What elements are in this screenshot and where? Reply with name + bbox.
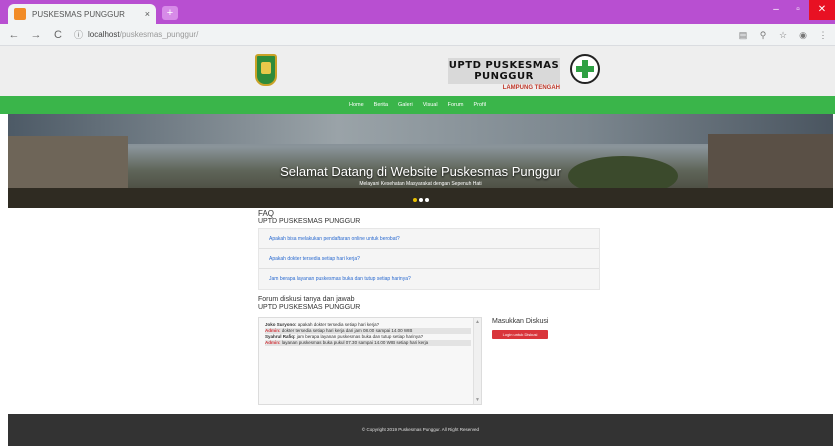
close-window-button[interactable]: ✕ — [809, 0, 835, 20]
faq-list: Apakah bisa melakukan pendaftaran online… — [258, 228, 600, 290]
login-discussion-button[interactable]: Login untuk Diskusi — [492, 330, 548, 339]
bookmark-star-icon[interactable]: ☆ — [775, 27, 791, 43]
regency-crest-logo — [255, 54, 277, 86]
site-header: UPTD PUSKESMAS PUNGGUR LAMPUNG TENGAH — [0, 46, 835, 96]
site-info-icon[interactable]: ⓘ — [74, 28, 83, 41]
url-path: /puskesmas_punggur/ — [119, 30, 199, 39]
scroll-down-icon[interactable]: ▼ — [475, 397, 480, 403]
forward-arrow-icon[interactable]: → — [28, 27, 44, 43]
message-text: jam berapa layanan puskesmas buka dan tu… — [296, 334, 424, 339]
browser-tab[interactable]: PUSKESMAS PUNGGUR × — [8, 4, 156, 24]
message-author: Admin: — [265, 340, 281, 345]
hero-caption: Selamat Datang di Website Puskesmas Pung… — [8, 164, 833, 187]
tab-title: PUSKESMAS PUNGGUR — [32, 9, 125, 19]
back-arrow-icon[interactable]: ← — [6, 27, 22, 43]
maximize-button[interactable]: ▫ — [787, 0, 809, 20]
message-text: dokter tersedia setiap hari kerja dari j… — [281, 328, 413, 333]
nav-link-profil[interactable]: Profil — [473, 102, 486, 108]
discussion-title: Masukkan Diskusi — [492, 318, 549, 325]
brand-logo[interactable]: UPTD PUSKESMAS PUNGGUR LAMPUNG TENGAH — [448, 58, 560, 91]
menu-icon[interactable]: ⋮ — [815, 27, 831, 43]
footer-copyright: © Copyright 2019 Puskesmas Punggur. All … — [361, 427, 480, 432]
translate-icon[interactable]: ▤ — [735, 27, 751, 43]
nav-link-galeri[interactable]: Galeri — [398, 102, 413, 108]
minimize-button[interactable]: – — [765, 0, 787, 20]
forum-message: Admin: layanan puskesmas buka pukul 07.3… — [265, 340, 471, 346]
faq-title: FAQ — [258, 209, 275, 218]
brand-subtitle: LAMPUNG TENGAH — [502, 85, 560, 91]
browser-toolbar: ← → C ⓘ localhost /puskesmas_punggur/ ▤ … — [0, 24, 835, 46]
scroll-up-icon[interactable]: ▲ — [475, 319, 480, 325]
faq-item[interactable]: Apakah dokter tersedia setiap hari kerja… — [259, 249, 599, 269]
hero-subtitle: Melayani Kesehatan Masyarakat dengan Sep… — [359, 181, 482, 187]
browser-titlebar: PUSKESMAS PUNGGUR × + – ▫ ✕ — [0, 0, 835, 24]
forum-scrollbar[interactable]: ▲ ▼ — [473, 318, 481, 404]
forum-title: Forum diskusi tanya dan jawab — [258, 296, 355, 303]
nav-link-home[interactable]: Home — [349, 102, 364, 108]
carousel-dot-2[interactable] — [418, 198, 423, 202]
new-tab-button[interactable]: + — [162, 6, 178, 20]
main-nav: Home Berita Galeri Visual Forum Profil — [0, 96, 835, 114]
carousel-indicators — [8, 198, 833, 202]
nav-link-berita[interactable]: Berita — [374, 102, 388, 108]
carousel-dot-3[interactable] — [424, 198, 429, 202]
reload-icon[interactable]: C — [50, 27, 66, 43]
hero-carousel: Selamat Datang di Website Puskesmas Pung… — [8, 114, 833, 208]
extension-icon[interactable]: ◉ — [795, 27, 811, 43]
tab-close-icon[interactable]: × — [145, 9, 150, 19]
url-host: localhost — [88, 30, 120, 39]
hero-title: Selamat Datang di Website Puskesmas Pung… — [280, 164, 561, 179]
site-footer: © Copyright 2019 Puskesmas Punggur. All … — [8, 414, 833, 446]
message-text: layanan puskesmas buka pukul 07.30 sampa… — [281, 340, 429, 345]
faq-subtitle: UPTD PUSKESMAS PUNGGUR — [258, 218, 361, 225]
nav-link-forum[interactable]: Forum — [448, 102, 464, 108]
nav-link-visual[interactable]: Visual — [423, 102, 438, 108]
forum-messages[interactable]: Joko Suryono: apakah dokter tersedia set… — [258, 317, 482, 405]
faq-item[interactable]: Jam berapa layanan puskesmas buka dan tu… — [259, 269, 599, 289]
message-author: Joko Suryono: — [265, 322, 297, 327]
carousel-dot-1[interactable] — [412, 198, 417, 202]
brand-title: UPTD PUSKESMAS PUNGGUR — [448, 58, 560, 84]
message-author: Syahrul Rafiq: — [265, 334, 296, 339]
health-cross-icon — [570, 54, 600, 84]
address-bar[interactable]: ⓘ localhost /puskesmas_punggur/ — [74, 27, 731, 43]
faq-item[interactable]: Apakah bisa melakukan pendaftaran online… — [259, 229, 599, 249]
favicon-icon — [14, 8, 26, 20]
zoom-icon[interactable]: ⚲ — [755, 27, 771, 43]
window-controls: – ▫ ✕ — [765, 0, 835, 20]
toolbar-icons: ▤ ⚲ ☆ ◉ ⋮ — [731, 27, 831, 43]
message-author: Admin: — [265, 328, 281, 333]
message-text: apakah dokter tersedia setiap hari kerja… — [297, 322, 380, 327]
forum-subtitle: UPTD PUSKESMAS PUNGGUR — [258, 304, 361, 311]
